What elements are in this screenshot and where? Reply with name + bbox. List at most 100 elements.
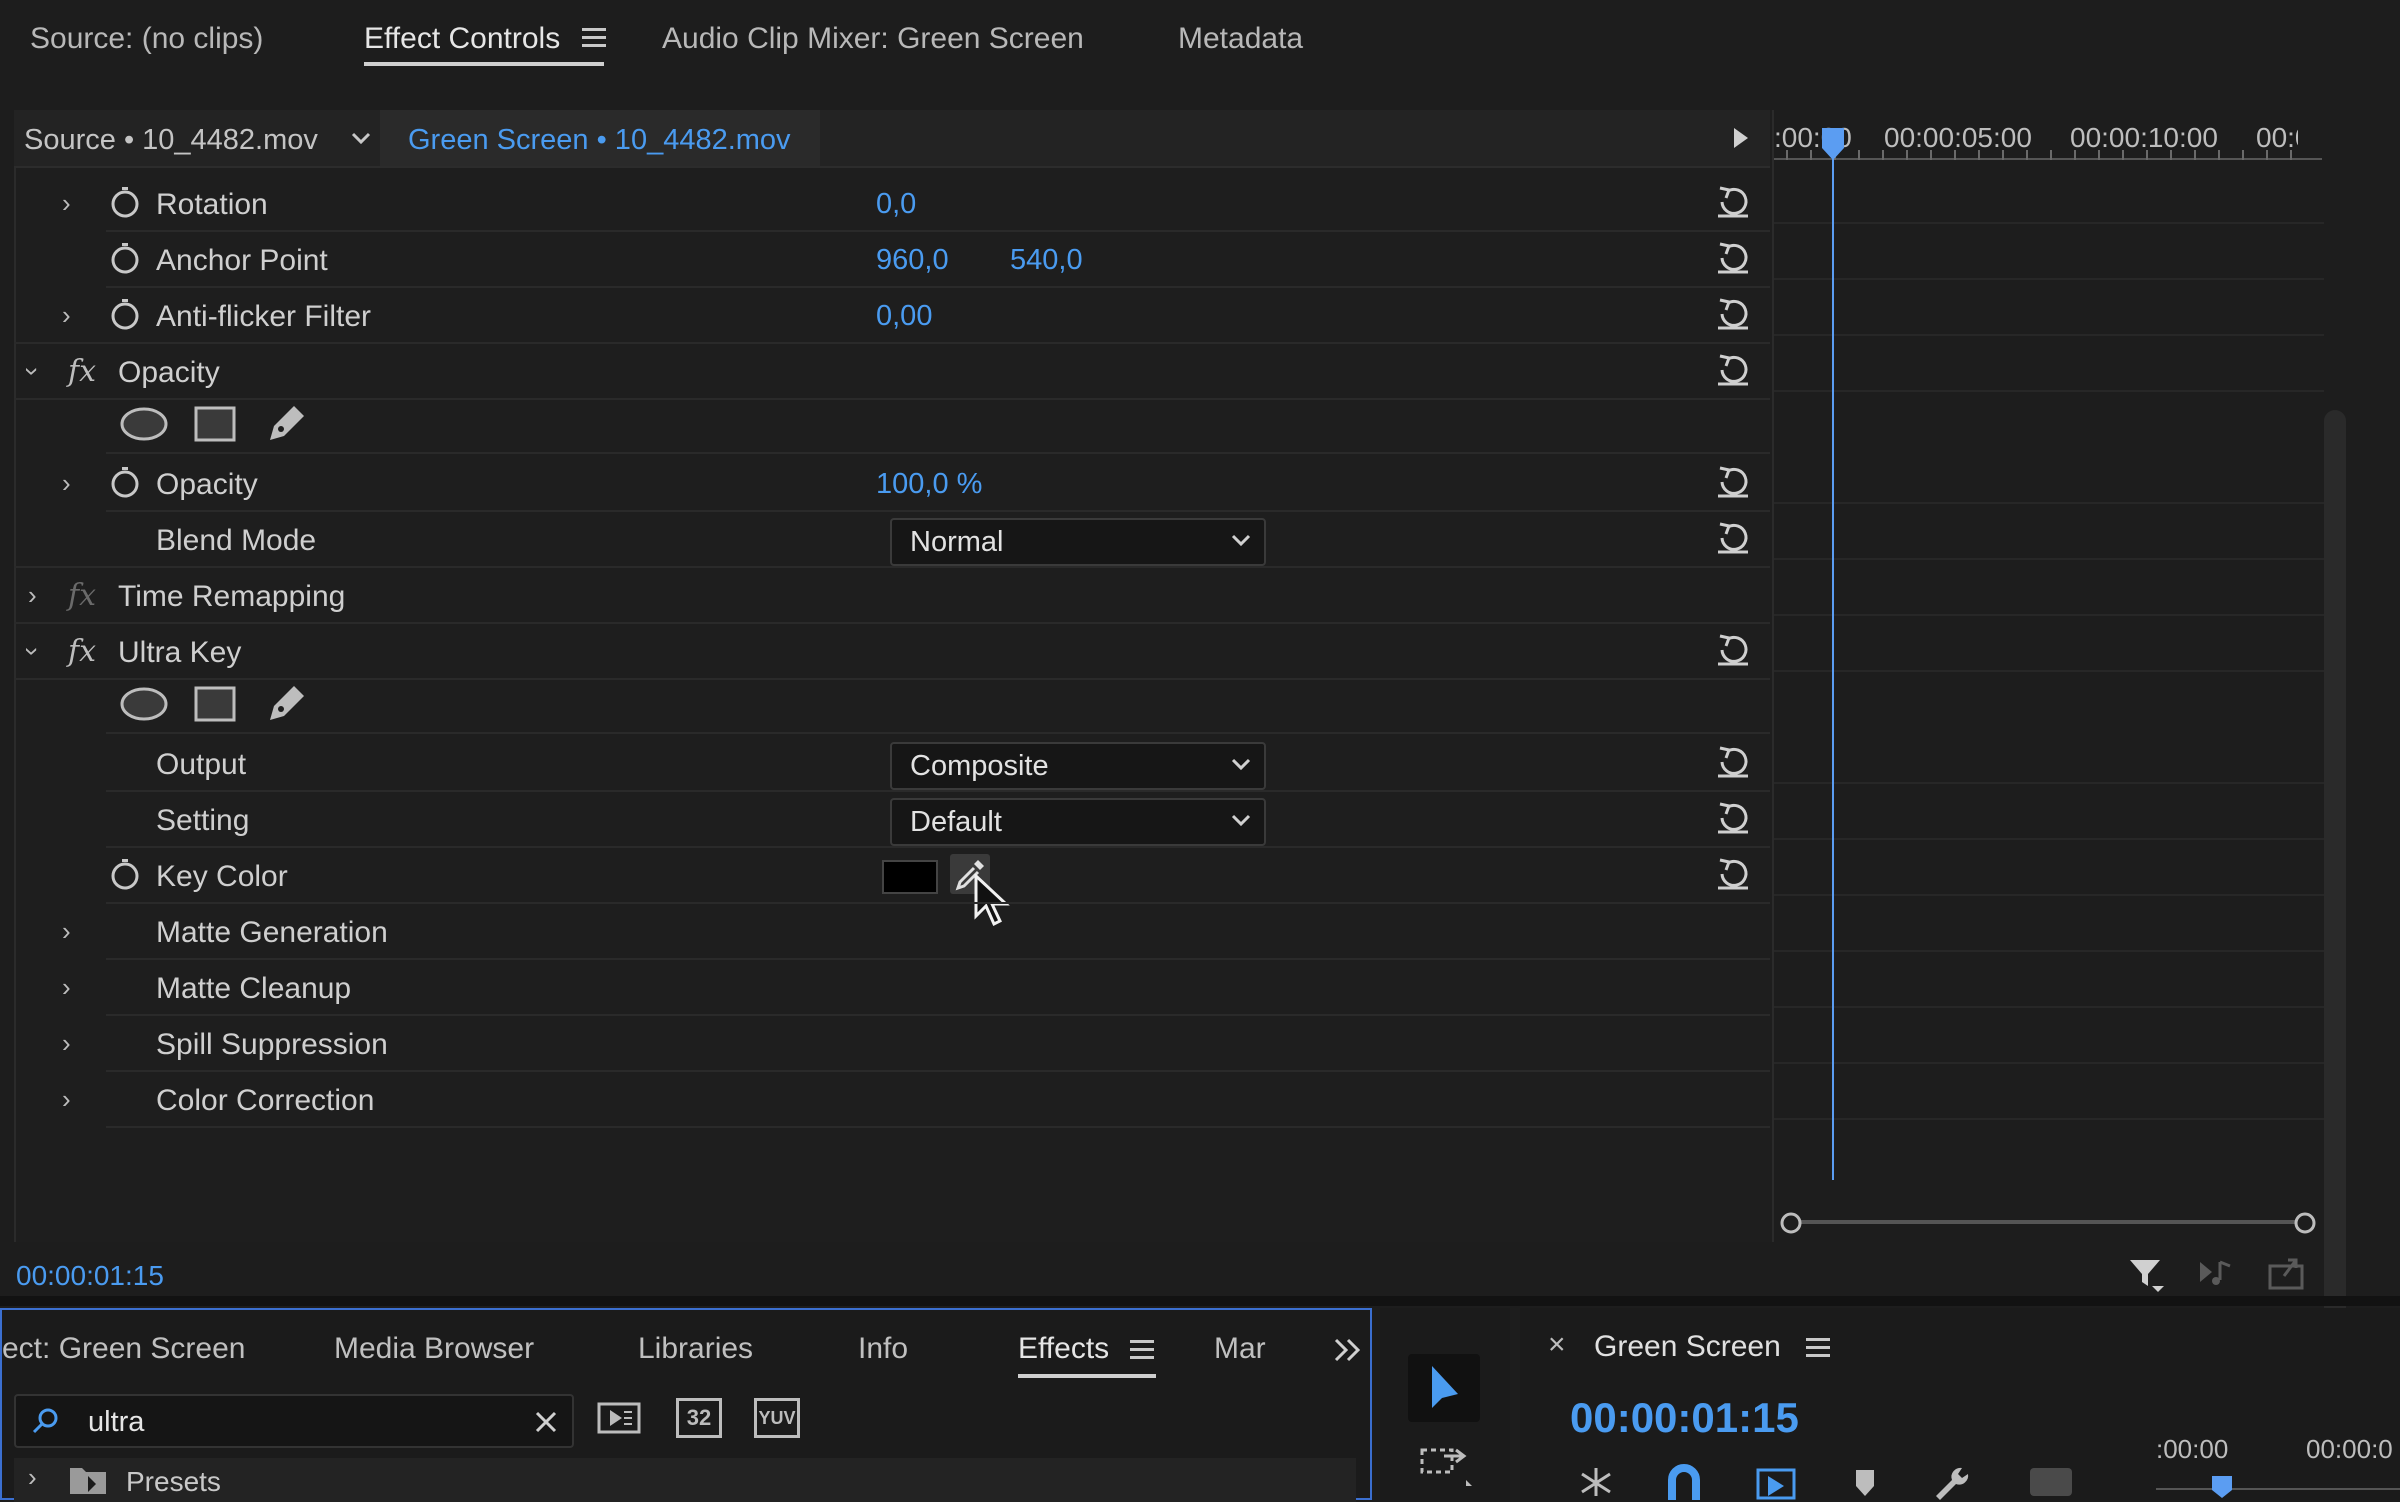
master-clip-label[interactable]: Source • 10_4482.mov	[24, 124, 318, 157]
tab-info[interactable]: Info	[858, 1332, 908, 1366]
timeline-vertical-scrollbar[interactable]	[2324, 410, 2346, 1320]
expand-chevron[interactable]: ›	[62, 300, 71, 331]
tab-effects[interactable]: Effects	[1018, 1332, 1109, 1366]
reset-icon[interactable]	[1714, 630, 1752, 668]
expand-chevron[interactable]: ›	[62, 468, 71, 499]
row-opacity-group: › fx Opacity	[14, 344, 1770, 400]
blend-mode-dropdown[interactable]: Normal	[890, 518, 1266, 566]
reset-icon[interactable]	[1714, 742, 1752, 780]
filter-icon[interactable]	[2126, 1254, 2166, 1294]
reset-icon[interactable]	[1714, 294, 1752, 332]
tab-markers[interactable]: Mar	[1214, 1332, 1266, 1366]
sequence-name[interactable]: Green Screen	[1594, 1330, 1781, 1364]
snap-icon[interactable]	[1574, 1464, 1618, 1500]
expand-chevron[interactable]: ›	[62, 916, 71, 947]
ellipse-mask-icon[interactable]	[118, 404, 170, 444]
clear-search-icon[interactable]	[534, 1410, 558, 1434]
reset-icon[interactable]	[1714, 182, 1752, 220]
reset-icon[interactable]	[1714, 238, 1752, 276]
expand-chevron[interactable]: ›	[62, 188, 71, 219]
tab-metadata[interactable]: Metadata	[1178, 22, 1303, 56]
chevron-down-icon[interactable]	[350, 130, 372, 146]
zoom-handle-left[interactable]	[1778, 1210, 1804, 1236]
param-name: Color Correction	[156, 1084, 375, 1117]
stopwatch-icon[interactable]	[110, 466, 140, 498]
linked-selection-icon[interactable]	[1754, 1464, 1798, 1500]
stopwatch-icon[interactable]	[110, 858, 140, 890]
zoom-scrollbar[interactable]	[1790, 1220, 2310, 1224]
pen-mask-icon[interactable]	[264, 402, 308, 446]
output-dropdown[interactable]: Composite	[890, 742, 1266, 790]
stopwatch-icon[interactable]	[110, 298, 140, 330]
row-rotation: › Rotation 0,0	[14, 176, 1770, 232]
rectangle-mask-icon[interactable]	[192, 404, 238, 444]
expand-chevron[interactable]: ›	[28, 1462, 37, 1493]
playhead-handle[interactable]	[1820, 126, 1846, 162]
expand-chevron[interactable]: ›	[62, 1028, 71, 1059]
more-tabs-icon[interactable]	[1332, 1336, 1364, 1364]
sequence-ruler[interactable]	[2156, 1488, 2400, 1490]
collapse-chevron[interactable]: ›	[17, 647, 48, 656]
key-color-swatch[interactable]	[882, 860, 938, 894]
sequence-playhead[interactable]	[2210, 1474, 2234, 1500]
anchor-x-value[interactable]: 960,0	[876, 244, 949, 277]
captions-icon[interactable]	[2028, 1466, 2074, 1498]
panel-divider[interactable]	[0, 1296, 2400, 1306]
expand-chevron[interactable]: ›	[62, 972, 71, 1003]
search-icon	[32, 1408, 58, 1434]
tab-libraries[interactable]: Libraries	[638, 1332, 753, 1366]
expand-chevron[interactable]: ›	[28, 580, 37, 611]
fx-icon[interactable]: fx	[68, 354, 96, 389]
pen-mask-icon[interactable]	[264, 682, 308, 726]
tab-source[interactable]: Source: (no clips)	[30, 22, 263, 56]
stopwatch-icon[interactable]	[110, 242, 140, 274]
presets-row[interactable]: › Presets	[14, 1458, 1356, 1502]
effect-name: Opacity	[118, 356, 220, 389]
tab-project[interactable]: ect: Green Screen	[2, 1332, 245, 1366]
search-input[interactable]: ultra	[88, 1406, 144, 1439]
reset-icon[interactable]	[1714, 518, 1752, 556]
collapse-chevron[interactable]: ›	[17, 367, 48, 376]
play-icon[interactable]	[1732, 126, 1750, 150]
reset-icon[interactable]	[1714, 350, 1752, 388]
current-time-display[interactable]: 00:00:01:15	[16, 1260, 164, 1292]
setting-dropdown[interactable]: Default	[890, 798, 1266, 846]
stopwatch-icon[interactable]	[110, 186, 140, 218]
rotation-value[interactable]: 0,0	[876, 188, 916, 221]
magnet-icon[interactable]	[1664, 1464, 1704, 1500]
fx-icon[interactable]: fx	[68, 634, 96, 669]
clip-label-highlight[interactable]: Green Screen • 10_4482.mov	[380, 110, 820, 166]
audio-icon[interactable]	[2196, 1256, 2236, 1292]
sequence-timecode[interactable]: 00:00:01:15	[1570, 1394, 1799, 1442]
reset-icon[interactable]	[1714, 462, 1752, 500]
tab-media-browser[interactable]: Media Browser	[334, 1332, 534, 1366]
effects-menu-icon[interactable]	[1130, 1340, 1154, 1360]
search-field[interactable]: ultra	[14, 1394, 574, 1448]
selection-tool[interactable]	[1408, 1354, 1480, 1422]
playhead-line[interactable]	[1832, 140, 1834, 1180]
zoom-handle-right[interactable]	[2292, 1210, 2318, 1236]
reset-icon[interactable]	[1714, 854, 1752, 892]
effect-controls-menu-icon[interactable]	[582, 28, 606, 48]
param-name: Key Color	[156, 860, 288, 893]
wrench-icon[interactable]	[1932, 1464, 1972, 1500]
tab-effect-controls[interactable]: Effect Controls	[364, 22, 560, 56]
reset-icon[interactable]	[1714, 798, 1752, 836]
yuv-effects-icon[interactable]: YUV	[754, 1398, 800, 1438]
expand-chevron[interactable]: ›	[62, 1084, 71, 1115]
close-sequence-icon[interactable]: ×	[1548, 1328, 1566, 1362]
antiflicker-value[interactable]: 0,00	[876, 300, 932, 333]
effect-timeline[interactable]: :00:00 00:00:05:00 00:00:10:00 00:0(	[1772, 110, 2346, 1320]
sequence-menu-icon[interactable]	[1806, 1338, 1830, 1358]
anchor-y-value[interactable]: 540,0	[1010, 244, 1083, 277]
marker-icon[interactable]	[1850, 1466, 1880, 1500]
export-icon[interactable]	[2266, 1256, 2306, 1292]
accelerated-effects-icon[interactable]	[596, 1398, 642, 1438]
ellipse-mask-icon[interactable]	[118, 684, 170, 724]
track-select-tool-icon[interactable]	[1418, 1440, 1476, 1490]
timeline-ruler[interactable]: :00:00 00:00:05:00 00:00:10:00 00:0(	[1774, 110, 2324, 166]
rectangle-mask-icon[interactable]	[192, 684, 238, 724]
opacity-value[interactable]: 100,0 %	[876, 468, 982, 501]
32bit-effects-icon[interactable]: 32	[676, 1398, 722, 1438]
tab-audio-clip-mixer[interactable]: Audio Clip Mixer: Green Screen	[662, 22, 1084, 56]
